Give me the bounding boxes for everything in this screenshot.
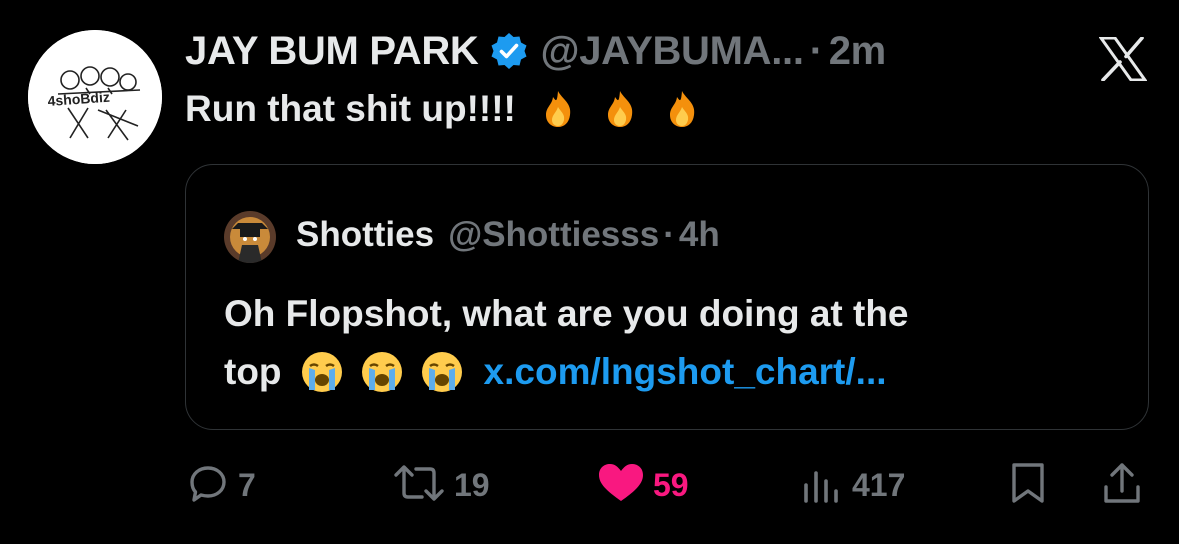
views-count: 417 (852, 466, 906, 503)
post-header: JAY BUM PARK @JAYBUMA... · 2m (185, 28, 886, 74)
loudly-crying-face-emoji-icon (360, 350, 404, 394)
quoted-text-line-2: top x.com/lngshot_chart/... (224, 343, 1124, 401)
like-count: 59 (653, 466, 689, 503)
reply-icon (186, 461, 230, 510)
repost-count: 19 (454, 466, 490, 503)
views-button[interactable]: 417 (800, 460, 905, 510)
author-name[interactable]: JAY BUM PARK (185, 29, 479, 74)
quoted-post-time[interactable]: 4h (679, 215, 720, 255)
views-chart-icon (800, 461, 844, 510)
post-text: Run that shit up!!!! (185, 88, 702, 130)
repost-icon (392, 461, 446, 510)
quoted-post-link[interactable]: x.com/lngshot_chart/... (484, 343, 887, 401)
action-bar: 7 19 59 417 (0, 460, 1179, 510)
separator-dot: · (663, 215, 675, 254)
like-button[interactable]: 59 (597, 460, 689, 510)
author-handle[interactable]: @JAYBUMA... (541, 29, 804, 74)
quoted-author-handle[interactable]: @Shottiesss (448, 215, 659, 255)
bookmark-button[interactable] (1006, 460, 1050, 510)
fire-emoji-icon (600, 89, 640, 129)
separator-dot: · (809, 28, 823, 73)
repost-button[interactable]: 19 (392, 460, 490, 510)
quoted-text-line-1: Oh Flopshot, what are you doing at the (224, 293, 909, 334)
bookmark-icon (1006, 461, 1050, 510)
heart-icon (597, 461, 645, 510)
share-button[interactable] (1100, 460, 1144, 510)
fire-emoji-icon (662, 89, 702, 129)
quoted-post-header: Shotties @Shottiesss · 4h (296, 215, 720, 255)
quoted-post-text: Oh Flopshot, what are you doing at the t… (224, 285, 1124, 401)
quoted-post-card[interactable]: Shotties @Shottiesss · 4h Oh Flopshot, w… (185, 164, 1149, 430)
quoted-author-name[interactable]: Shotties (296, 215, 434, 255)
reply-button[interactable]: 7 (186, 460, 256, 510)
author-avatar[interactable]: 4shoBdiz (28, 30, 162, 164)
verified-badge-icon (489, 31, 529, 71)
x-logo-icon[interactable] (1098, 36, 1148, 82)
share-icon (1100, 461, 1144, 510)
post-time[interactable]: 2m (829, 29, 887, 74)
quoted-author-avatar[interactable] (224, 211, 276, 263)
loudly-crying-face-emoji-icon (420, 350, 464, 394)
reply-count: 7 (238, 466, 256, 503)
quoted-text-word: top (224, 351, 282, 392)
fire-emoji-icon (538, 89, 578, 129)
loudly-crying-face-emoji-icon (300, 350, 344, 394)
post-text-content: Run that shit up!!!! (185, 88, 516, 129)
